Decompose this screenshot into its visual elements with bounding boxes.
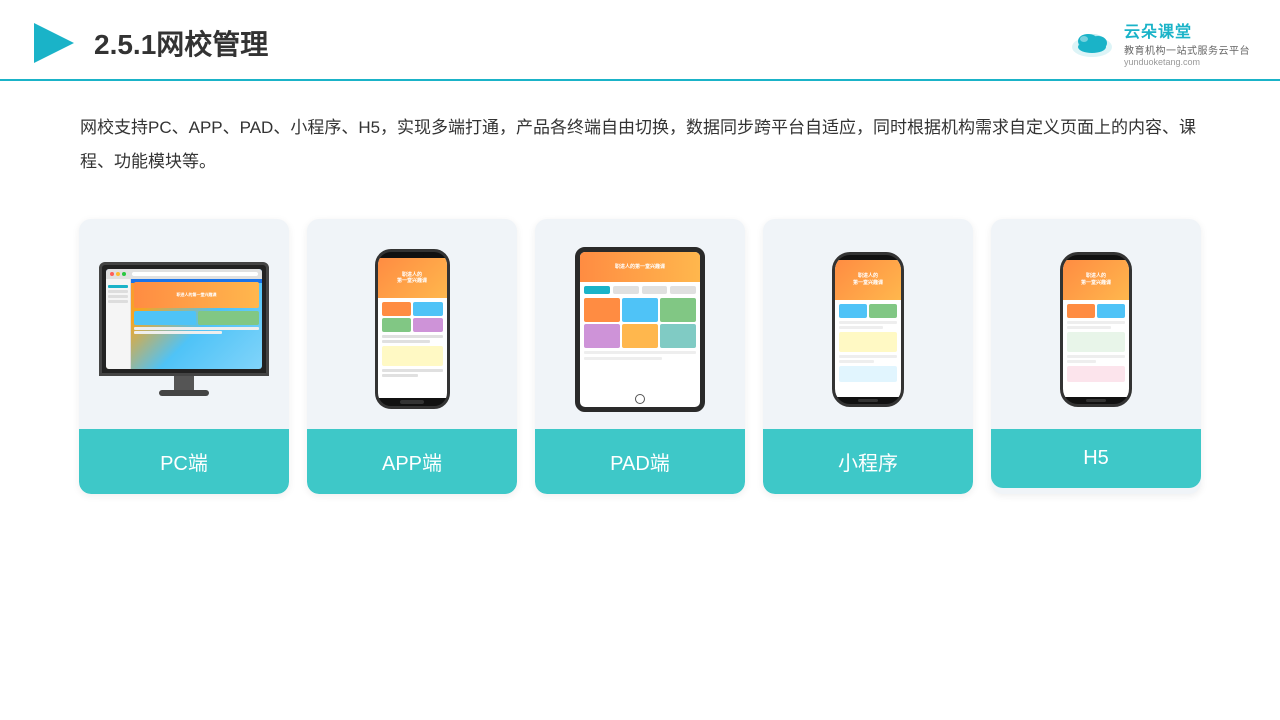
header: 2.5.1网校管理 云朵课堂 教育机构一站式服务云平台 yunduoketang… (0, 0, 1280, 81)
card-h5-label: H5 (991, 429, 1201, 488)
card-pc-label: PC端 (79, 429, 289, 494)
card-app-label: APP端 (307, 429, 517, 494)
cloud-logo-icon (1068, 25, 1116, 61)
card-h5: 职进人的第一堂兴趣课 (991, 219, 1201, 494)
header-left: 2.5.1网校管理 (30, 19, 268, 67)
cards-container: 职进人的第一堂兴趣课 (0, 189, 1280, 524)
pad-tablet-mockup: 职进人的第一堂兴趣课 (575, 247, 705, 412)
card-pad-label: PAD端 (535, 429, 745, 494)
card-pad: 职进人的第一堂兴趣课 (535, 219, 745, 494)
card-app: 职进人的第一堂兴趣课 (307, 219, 517, 494)
card-miniprogram-image: 职进人的第一堂兴趣课 (763, 219, 973, 429)
card-h5-image: 职进人的第一堂兴趣课 (991, 219, 1201, 429)
h5-phone-mockup: 职进人的第一堂兴趣课 (1060, 252, 1132, 407)
card-miniprogram-label: 小程序 (763, 429, 973, 494)
logo-text-block: 云朵课堂 教育机构一站式服务云平台 yunduoketang.com (1124, 18, 1250, 67)
logo-url: yunduoketang.com (1124, 57, 1200, 67)
logo-name: 云朵课堂 (1124, 18, 1192, 42)
header-logo: 云朵课堂 教育机构一站式服务云平台 yunduoketang.com (1068, 18, 1250, 67)
card-app-image: 职进人的第一堂兴趣课 (307, 219, 517, 429)
card-pc: 职进人的第一堂兴趣课 (79, 219, 289, 494)
description-text: 网校支持PC、APP、PAD、小程序、H5，实现多端打通，产品各终端自由切换，数… (0, 81, 1280, 189)
logo-subtitle: 教育机构一站式服务云平台 (1124, 42, 1250, 57)
play-icon (30, 19, 78, 67)
card-pad-image: 职进人的第一堂兴趣课 (535, 219, 745, 429)
pc-monitor-mockup: 职进人的第一堂兴趣课 (99, 262, 269, 396)
miniprogram-phone-mockup: 职进人的第一堂兴趣课 (832, 252, 904, 407)
page-title: 2.5.1网校管理 (94, 23, 268, 63)
app-phone-mockup: 职进人的第一堂兴趣课 (375, 249, 450, 409)
card-miniprogram: 职进人的第一堂兴趣课 (763, 219, 973, 494)
card-pc-image: 职进人的第一堂兴趣课 (79, 219, 289, 429)
